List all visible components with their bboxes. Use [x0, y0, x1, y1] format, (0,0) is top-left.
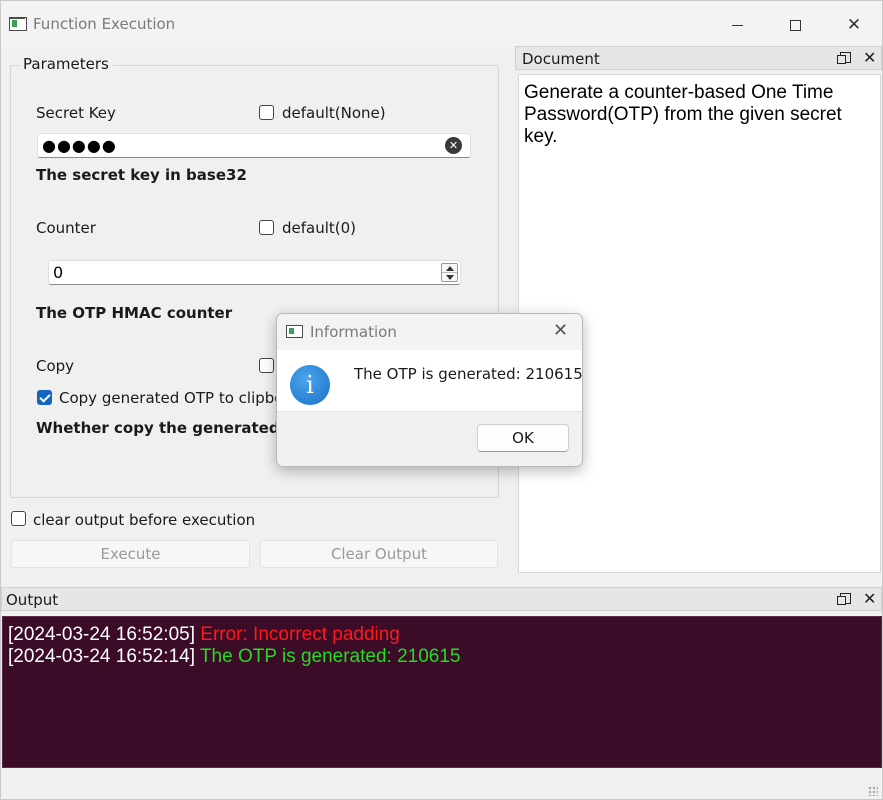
close-icon: ✕ — [846, 15, 862, 35]
copy-otp-checkbox[interactable] — [37, 390, 52, 405]
minimize-button[interactable] — [717, 11, 757, 39]
spin-down-icon[interactable] — [446, 275, 454, 280]
info-icon: i — [290, 365, 330, 405]
clear-output-checkbox-label[interactable]: clear output before execution — [33, 511, 255, 529]
maximize-button[interactable] — [775, 11, 815, 39]
dock-close-icon[interactable]: ✕ — [863, 589, 876, 608]
dock-float-icon[interactable] — [837, 593, 851, 605]
output-timestamp: [2024-03-24 16:52:05] — [8, 624, 195, 645]
status-bar — [1, 769, 882, 799]
dialog-title: Information — [310, 323, 397, 341]
output-dock-title: Output — [6, 591, 59, 609]
document-dock-title: Document — [522, 50, 600, 68]
output-success-message: The OTP is generated: 210615 — [199, 646, 461, 667]
clear-output-button[interactable]: Clear Output — [260, 540, 498, 568]
copy-default-checkbox[interactable] — [259, 358, 274, 373]
secret-key-default-checkbox[interactable] — [259, 105, 274, 120]
document-dock-titlebar: Document ✕ — [515, 46, 882, 70]
counter-default-label[interactable]: default(0) — [282, 219, 356, 237]
counter-default-checkbox[interactable] — [259, 220, 274, 235]
app-icon — [9, 17, 27, 31]
close-button[interactable]: ✕ — [834, 11, 874, 39]
secret-key-input[interactable]: ●●●●● ✕ — [37, 133, 471, 158]
output-console[interactable]: [2024-03-24 16:52:05] Error: Incorrect p… — [2, 616, 882, 768]
secret-key-label: Secret Key — [36, 104, 116, 122]
resize-grip-icon[interactable] — [868, 786, 878, 796]
output-error-message: Error: Incorrect padding — [200, 624, 400, 645]
app-icon — [286, 325, 303, 338]
counter-value: 0 — [53, 263, 65, 282]
output-timestamp: [2024-03-24 16:52:14] — [8, 646, 195, 667]
minimize-icon — [731, 24, 743, 26]
secret-key-default-label[interactable]: default(None) — [282, 104, 386, 122]
clear-input-icon[interactable]: ✕ — [445, 137, 462, 154]
spin-arrows[interactable] — [441, 263, 458, 282]
secret-key-description: The secret key in base32 — [36, 166, 247, 184]
copy-label: Copy — [36, 357, 75, 375]
counter-description: The OTP HMAC counter — [36, 304, 233, 322]
parameters-group-title: Parameters — [19, 55, 113, 73]
secret-key-value: ●●●●● — [42, 136, 117, 155]
output-dock-titlebar: Output ✕ — [1, 587, 882, 611]
output-line: [2024-03-24 16:52:14] The OTP is generat… — [8, 646, 460, 668]
copy-otp-checkbox-label[interactable]: Copy generated OTP to clipboard — [59, 389, 308, 407]
output-line: [2024-03-24 16:52:05] Error: Incorrect p… — [8, 624, 400, 646]
counter-spinbox[interactable]: 0 — [48, 260, 461, 285]
clear-output-checkbox[interactable] — [11, 511, 26, 526]
document-text: Generate a counter-based One Time Passwo… — [524, 82, 842, 147]
counter-label: Counter — [36, 219, 96, 237]
title-bar: Function Execution ✕ — [1, 1, 882, 47]
spin-separator — [442, 272, 457, 273]
dock-float-icon[interactable] — [837, 52, 851, 64]
ok-button[interactable]: OK — [477, 424, 569, 452]
spin-up-icon[interactable] — [446, 266, 454, 271]
dock-close-icon[interactable]: ✕ — [863, 48, 876, 67]
maximize-icon — [789, 19, 801, 31]
execute-button[interactable]: Execute — [11, 540, 250, 568]
information-dialog: Information ✕ i The OTP is generated: 21… — [276, 313, 583, 467]
dialog-message: The OTP is generated: 210615 — [354, 365, 583, 383]
dialog-footer: OK — [277, 411, 582, 466]
dialog-title-bar: Information ✕ — [277, 314, 582, 350]
window-title: Function Execution — [33, 15, 176, 33]
dialog-close-icon[interactable]: ✕ — [553, 320, 568, 341]
